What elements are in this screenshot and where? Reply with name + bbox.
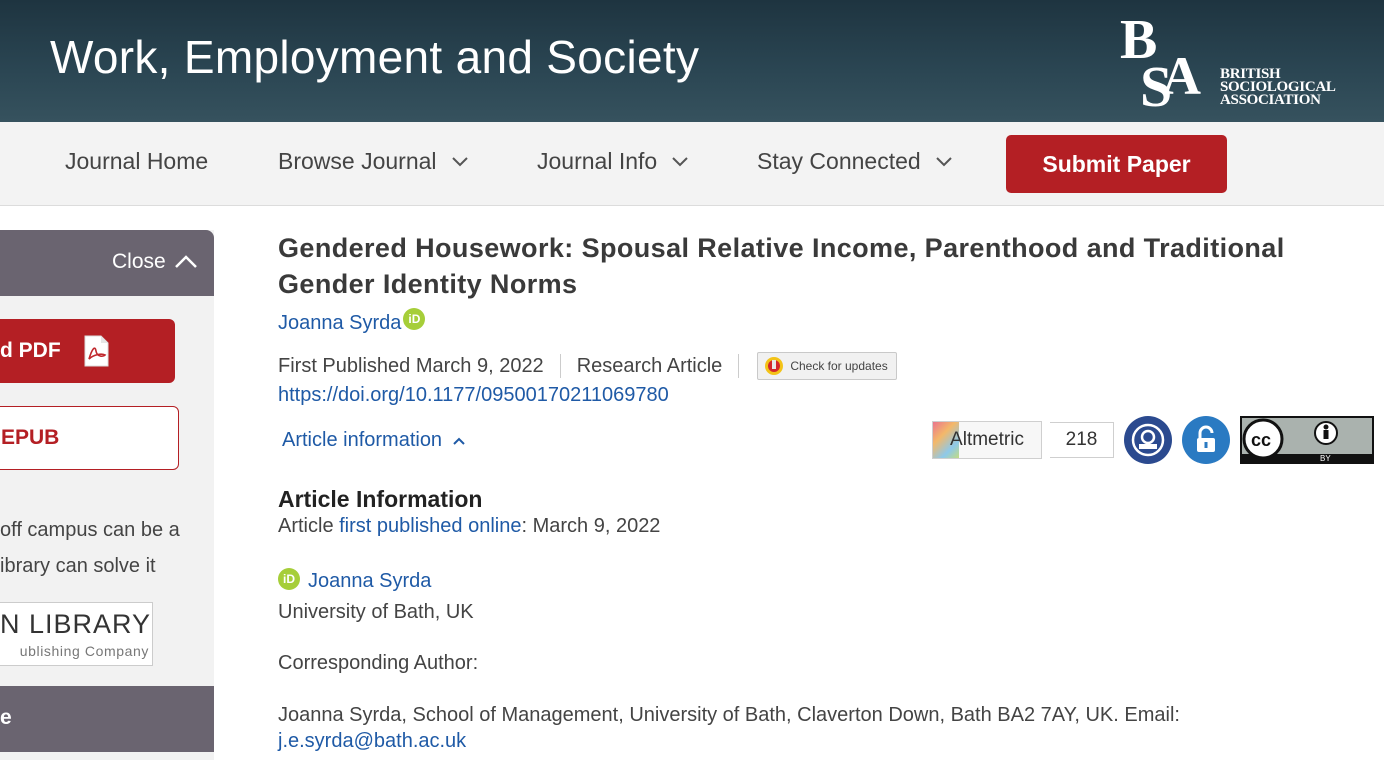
divider <box>559 354 561 378</box>
nav-journal-info[interactable]: Journal Info <box>537 148 689 175</box>
check-for-updates-button[interactable]: Check for updates <box>757 352 897 380</box>
library-logo[interactable]: N LIBRARY ublishing Company <box>0 602 153 666</box>
institutional-access-icon[interactable] <box>1124 416 1172 464</box>
sidebar-footer-header[interactable]: e <box>0 686 214 752</box>
sidebar-close-button[interactable]: Close <box>112 250 198 274</box>
altmetric-score[interactable]: 218 <box>1050 422 1114 458</box>
first-published-date: First Published March 9, 2022 <box>278 354 544 377</box>
author-link[interactable]: Joanna Syrda <box>278 312 401 335</box>
author-entry: iD Joanna Syrda <box>278 567 431 593</box>
article-type: Research Article <box>576 354 723 377</box>
chevron-up-icon <box>453 437 465 445</box>
article-information-heading: Article Information <box>278 486 483 512</box>
sidebar-panel: Close d PDF EPUB off campus can be a ibr… <box>0 230 214 760</box>
nav-journal-home[interactable]: Journal Home <box>65 148 208 175</box>
author-affiliation: University of Bath, UK <box>278 601 474 623</box>
submit-paper-button[interactable]: Submit Paper <box>1006 135 1227 193</box>
orcid-icon[interactable]: iD <box>278 567 300 590</box>
svg-text:BY: BY <box>1320 454 1331 462</box>
orcid-icon[interactable]: iD <box>403 308 426 330</box>
svg-text:cc: cc <box>1251 430 1271 450</box>
access-note: off campus can be a ibrary can solve it <box>0 519 180 577</box>
published-online-line: Article first published online: March 9,… <box>278 515 661 537</box>
svg-text:A: A <box>1162 46 1201 106</box>
journal-title[interactable]: Work, Employment and Society <box>50 30 699 84</box>
nav-browse-journal[interactable]: Browse Journal <box>278 148 469 175</box>
article-badges: Altmetric 218 cc BY <box>932 416 1374 464</box>
author-line: Joanna Syrda iD <box>278 308 426 335</box>
download-pdf-button[interactable]: d PDF <box>0 319 175 383</box>
open-access-lock-icon[interactable] <box>1182 416 1230 464</box>
download-epub-button[interactable]: EPUB <box>0 406 179 470</box>
corresponding-author-label: Corresponding Author: <box>278 652 479 674</box>
author-link[interactable]: Joanna Syrda <box>308 570 431 593</box>
altmetric-badge[interactable]: Altmetric <box>932 421 1042 459</box>
article-title: Gendered Housework: Spousal Relative Inc… <box>278 233 1285 299</box>
nav-stay-connected[interactable]: Stay Connected <box>757 148 953 175</box>
journal-banner: Work, Employment and Society B S A BRITI… <box>0 0 1384 122</box>
bsa-logo-icon[interactable]: B S A <box>1118 6 1208 112</box>
divider <box>738 354 740 378</box>
chevron-down-icon <box>672 156 688 166</box>
sidebar-header: Close <box>0 230 214 296</box>
chevron-up-icon <box>174 255 197 268</box>
chevron-down-icon <box>451 156 468 166</box>
publication-meta: First Published March 9, 2022 Research A… <box>278 352 897 380</box>
article-info-toggle[interactable]: Article information <box>282 429 466 452</box>
bsa-logo-text: BRITISH SOCIOLOGICAL ASSOCIATION <box>1220 66 1336 108</box>
creative-commons-by-icon[interactable]: cc BY <box>1240 416 1374 464</box>
chevron-down-icon <box>935 156 952 166</box>
doi-link[interactable]: https://doi.org/10.1177/0950017021106978… <box>278 384 669 407</box>
crossmark-icon <box>765 357 784 375</box>
pdf-file-icon <box>84 335 109 367</box>
author-email-link[interactable]: j.e.syrda@bath.ac.uk <box>278 730 466 752</box>
main-nav: Journal Home Browse Journal Journal Info… <box>0 122 1384 206</box>
first-published-online-link[interactable]: first published online <box>339 515 521 537</box>
corresponding-author-details: Joanna Syrda, School of Management, Univ… <box>278 704 1180 752</box>
